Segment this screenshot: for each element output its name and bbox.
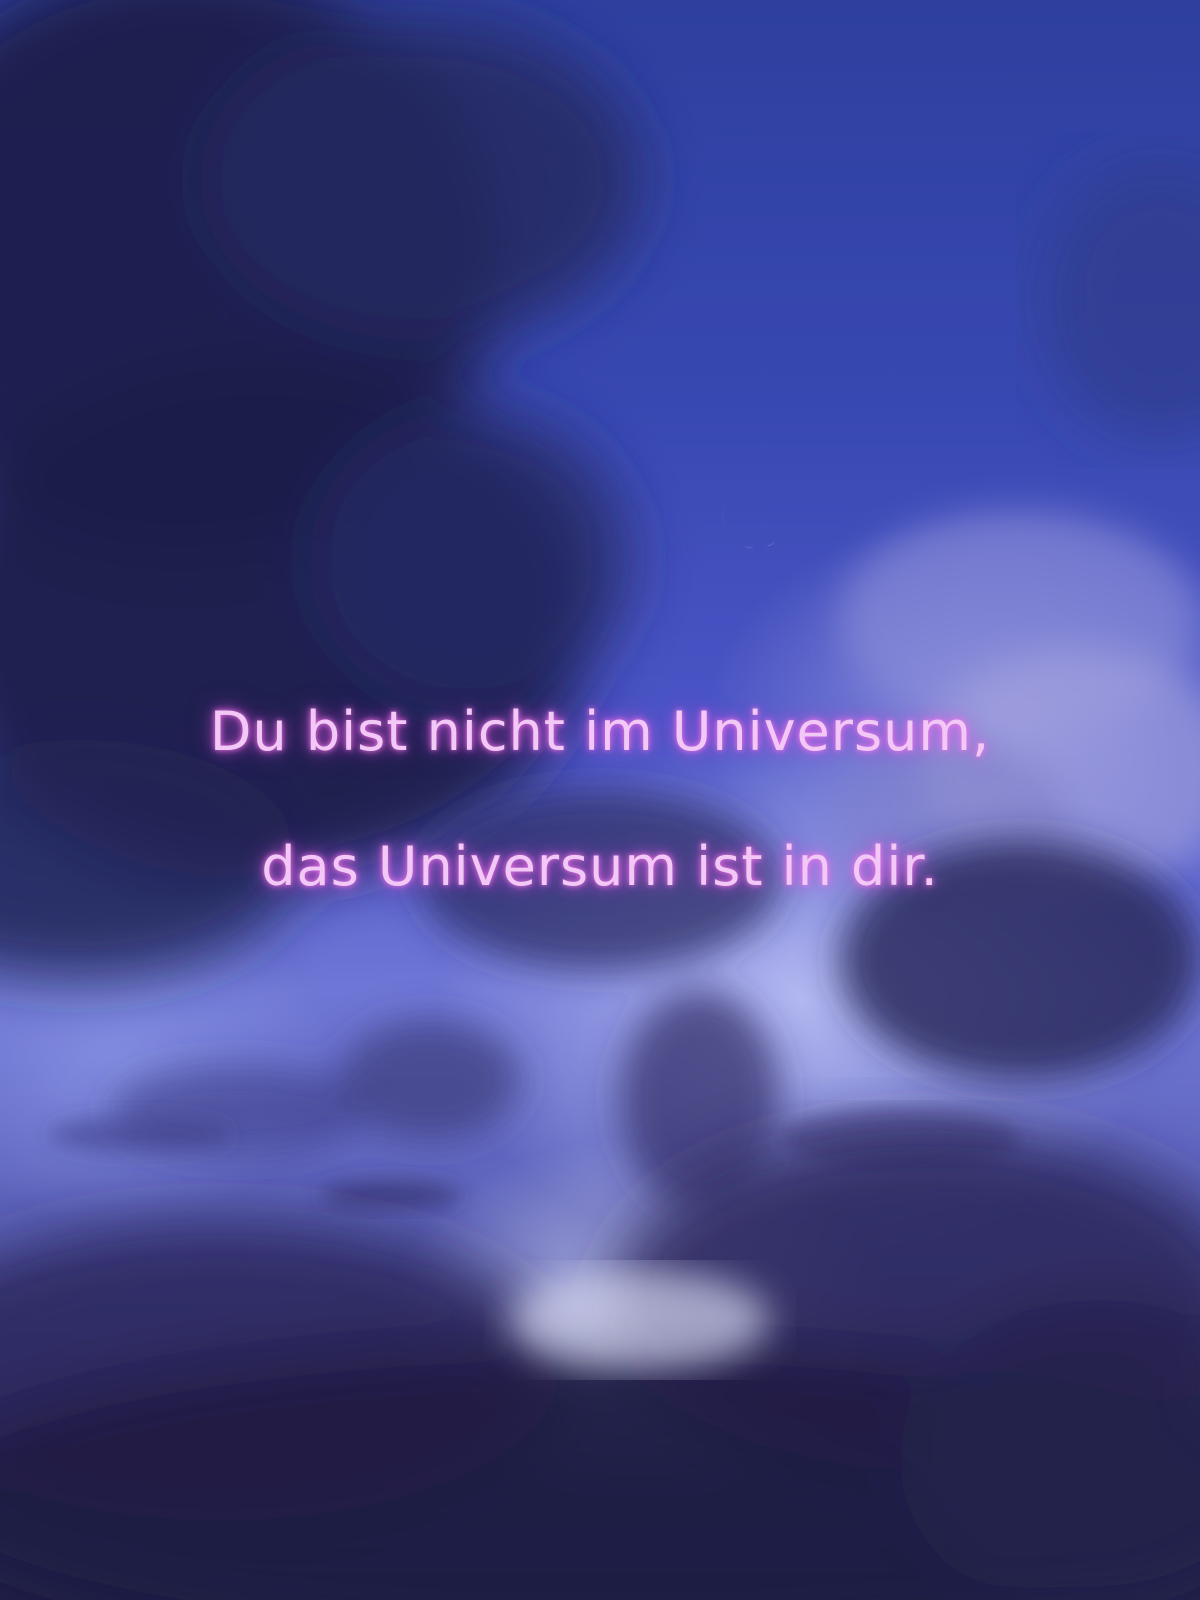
cloud-upper-right <box>1040 160 1200 440</box>
night-sky-photo: Du bist nicht im Universum, das Universu… <box>0 0 1200 1600</box>
quote-line-1: Du bist nicht im Universum, <box>209 700 991 763</box>
bright-gap-bottom <box>510 1270 770 1370</box>
crescent-moon-icon <box>722 490 778 549</box>
cloud-layer <box>0 0 1200 1600</box>
quote-line-2: das Universum ist in dir. <box>261 835 939 898</box>
